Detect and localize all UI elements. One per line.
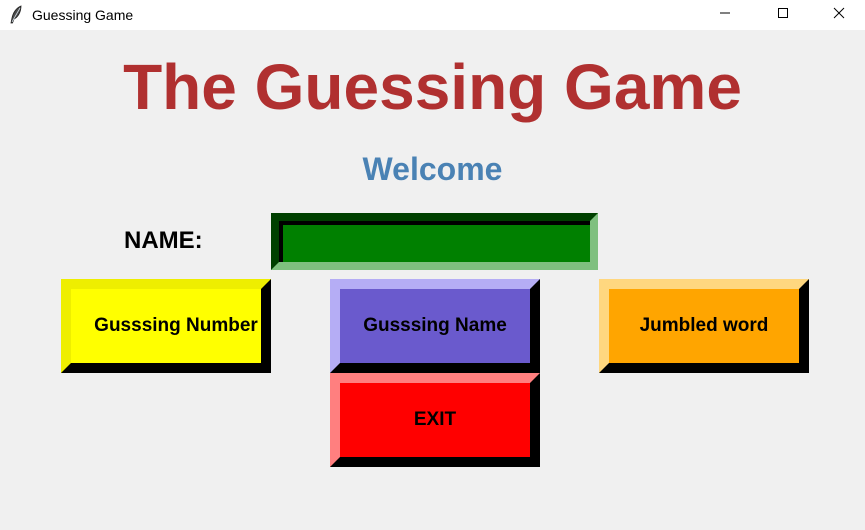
guessing-number-button[interactable]: Gusssing Number: [61, 279, 271, 373]
guessing-name-label: Gusssing Name: [363, 315, 507, 336]
close-button[interactable]: [812, 0, 865, 30]
minimize-icon: [719, 6, 731, 24]
window-titlebar[interactable]: Guessing Game: [0, 0, 865, 30]
minimize-button[interactable]: [696, 0, 754, 30]
window-title: Guessing Game: [32, 7, 134, 23]
name-label: NAME:: [124, 227, 203, 254]
guessing-number-label: Gusssing Number: [94, 315, 258, 336]
close-icon: [833, 6, 845, 24]
maximize-icon: [777, 6, 789, 24]
welcome-text: Welcome: [362, 151, 503, 187]
exit-button[interactable]: EXIT: [330, 373, 540, 467]
exit-label: EXIT: [413, 409, 457, 430]
guessing-name-button[interactable]: Gusssing Name: [330, 279, 540, 373]
game-title: The Guessing Game: [123, 51, 742, 123]
name-input[interactable]: [271, 213, 598, 270]
jumbled-word-button[interactable]: Jumbled word: [599, 279, 809, 373]
main-content: The Guessing Game Welcome NAME: Gusssing…: [0, 30, 865, 530]
jumbled-word-label: Jumbled word: [639, 315, 769, 336]
feather-icon: [8, 5, 24, 25]
maximize-button[interactable]: [754, 0, 812, 30]
